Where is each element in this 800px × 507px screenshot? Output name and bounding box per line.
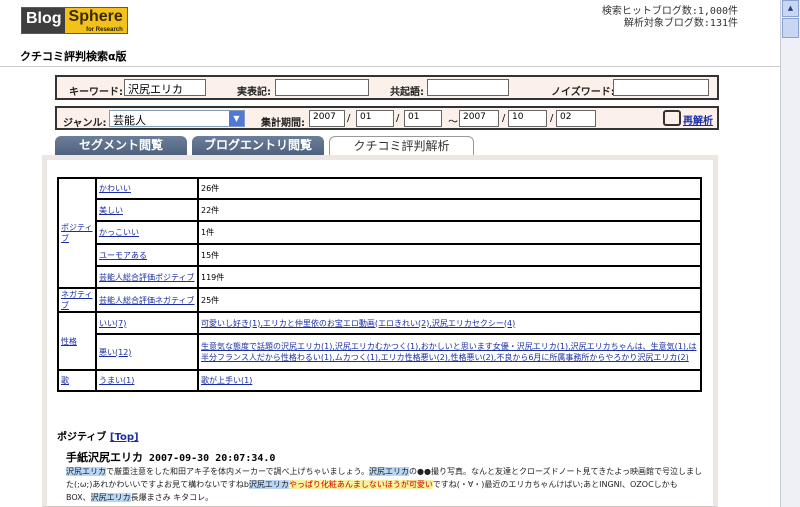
period-label: 集計期間:	[261, 118, 305, 129]
tab-blog-entry[interactable]: ブログエントリ閲覧	[192, 136, 324, 155]
row-kakkoii[interactable]: かっこいい	[95, 220, 199, 245]
count-humor: 15件	[197, 243, 702, 267]
table-row: かっこいい 1件	[58, 220, 702, 245]
table-row: ネガティブ 芸能人総合評価ネガティブ 25件	[57, 287, 702, 313]
table-row: 悪い(12) 生意気な態度で話題の沢尻エリカ(1),沢尻エリカむかつく(1),お…	[58, 333, 702, 371]
logo-sub: for Research	[86, 27, 123, 33]
highlight-name: 沢尻エリカ	[90, 493, 131, 502]
category-positive[interactable]: ポジティブ	[57, 177, 97, 289]
vertical-scrollbar[interactable]: ▲	[780, 0, 800, 507]
sep-slash-3: /	[502, 113, 506, 124]
reanalyze-icon	[663, 110, 681, 126]
to-month[interactable]: 10	[508, 110, 547, 127]
row-kawaii[interactable]: かわいい	[95, 177, 199, 200]
row-ii[interactable]: いい(7)	[95, 311, 199, 335]
highlight-name: 沢尻エリカ	[369, 467, 410, 476]
keyword-input[interactable]: 沢尻エリカ	[124, 79, 206, 96]
chevron-down-icon[interactable]: ▼	[229, 111, 244, 126]
category-song[interactable]: 歌	[57, 369, 97, 392]
tab-segment[interactable]: セグメント閲覧	[55, 136, 187, 155]
sep-slash-1: /	[347, 113, 351, 124]
table-row: ポジティブ かわいい 26件	[57, 177, 702, 289]
count-utsukushii: 22件	[197, 198, 702, 222]
table-row: 歌 うまい(1) 歌が上手い(1)	[57, 369, 702, 392]
exp-label: 実表記:	[237, 87, 271, 98]
exp-input[interactable]	[275, 79, 369, 96]
entry-text-5: 長爆まさみ キタコレ。	[130, 493, 214, 502]
reanalyze-button[interactable]: 再解析	[663, 110, 713, 127]
row-pos-total[interactable]: 芸能人総合評価ポジティブ	[95, 265, 199, 289]
hit-count: 検索ヒットブログ数:1,000件	[601, 6, 738, 17]
table-row: 性格 いい(7) 可愛いし好き(1),エリカと仲里依のお宝エロ動画(エロきれい(…	[57, 311, 702, 371]
detail-warui[interactable]: 生意気な態度で話題の沢尻エリカ(1),沢尻エリカむかつく(1),おかしいと思いま…	[197, 333, 702, 371]
genre-label: ジャンル:	[63, 118, 107, 129]
top-link[interactable]: [Top]	[110, 432, 139, 443]
highlight-name: 沢尻エリカ	[248, 480, 289, 489]
blogsphere-logo[interactable]: Blog Sphere for Research	[21, 7, 128, 34]
positive-section-heading: ポジティブ [Top]	[57, 428, 139, 443]
row-umai[interactable]: うまい(1)	[95, 369, 199, 392]
entry-title: 手紙沢尻エリカ 2007-09-30 20:07:34.0	[66, 449, 275, 465]
sep-slash-2: /	[396, 113, 400, 124]
search-row-keywords: キーワード: 沢尻エリカ 実表記: 共起語: ノイズワード:	[55, 75, 719, 100]
table-row: 芸能人総合評価ポジティブ 119件	[58, 265, 702, 289]
sep-tilde: ～	[448, 117, 458, 128]
detail-ii[interactable]: 可愛いし好き(1),エリカと仲里依のお宝エロ動画(エロきれい(2),沢尻エリカセ…	[197, 311, 702, 335]
noise-label: ノイズワード:	[551, 87, 615, 98]
genre-value: 芸能人	[113, 114, 146, 127]
reputation-table: ポジティブ かわいい 26件 美しい 22件 かっこいい 1件 ユーモアある 1…	[57, 177, 702, 392]
analyzed-count: 解析対象ブログ数:131件	[623, 18, 738, 29]
co-input[interactable]	[427, 79, 509, 96]
section-label: ポジティブ	[57, 432, 107, 443]
noise-input[interactable]	[613, 79, 709, 96]
to-day[interactable]: 02	[556, 110, 596, 127]
from-month[interactable]: 01	[356, 110, 394, 127]
category-personality[interactable]: 性格	[57, 311, 97, 371]
from-year[interactable]: 2007	[309, 110, 345, 127]
entry-title-text: 手紙沢尻エリカ	[66, 451, 143, 464]
co-label: 共起語:	[390, 87, 424, 98]
highlight-name: 沢尻エリカ	[66, 467, 106, 476]
to-year[interactable]: 2007	[459, 110, 499, 127]
tab-reputation[interactable]: クチコミ評判解析	[329, 136, 474, 155]
entry-date: 2007-09-30 20:07:34.0	[149, 453, 276, 464]
reanalyze-label: 再解析	[683, 116, 713, 127]
scroll-up-icon[interactable]: ▲	[782, 0, 799, 17]
search-row-filters: ジャンル: 芸能人 ▼ 集計期間: 2007 / 01 / 01 ～ 2007 …	[55, 106, 719, 130]
keyword-label: キーワード:	[69, 87, 123, 98]
row-warui[interactable]: 悪い(12)	[95, 333, 199, 371]
category-negative[interactable]: ネガティブ	[57, 287, 97, 313]
logo-sphere-text: Sphere	[68, 8, 123, 25]
header: Blog Sphere for Research 検索ヒットブログ数:1,000件…	[0, 0, 780, 38]
entry-text-1: で厳重注意をした和田アキ子を体内メーカーで調べ上げちゃいましょう。	[106, 467, 370, 476]
highlight-phrase: やっぱり化粧あんましないほうが可愛い	[288, 480, 433, 489]
logo-blog: Blog	[22, 8, 65, 33]
detail-umai[interactable]: 歌が上手い(1)	[197, 369, 702, 392]
scroll-thumb[interactable]	[782, 18, 799, 38]
logo-sphere: Sphere for Research	[64, 8, 127, 33]
row-humor[interactable]: ユーモアある	[95, 243, 199, 267]
count-neg-total: 25件	[197, 287, 702, 313]
table-row: 美しい 22件	[58, 198, 702, 222]
stats: 検索ヒットブログ数:1,000件 解析対象ブログ数:131件	[602, 6, 738, 30]
subtitle-bar: クチコミ評判検索α版	[0, 42, 780, 67]
table-row: ユーモアある 15件	[58, 243, 702, 267]
count-kakkoii: 1件	[197, 220, 702, 245]
entry-body: 沢尻エリカで厳重注意をした和田アキ子を体内メーカーで調べ上げちゃいましょう。沢尻…	[66, 465, 702, 504]
from-day[interactable]: 01	[404, 110, 442, 127]
sep-slash-4: /	[550, 113, 554, 124]
count-pos-total: 119件	[197, 265, 702, 289]
row-utsukushii[interactable]: 美しい	[95, 198, 199, 222]
row-neg-total[interactable]: 芸能人総合評価ネガティブ	[95, 287, 199, 313]
page-title: クチコミ評判検索α版	[20, 50, 127, 63]
count-kawaii: 26件	[197, 177, 702, 200]
genre-select[interactable]: 芸能人 ▼	[109, 110, 245, 127]
